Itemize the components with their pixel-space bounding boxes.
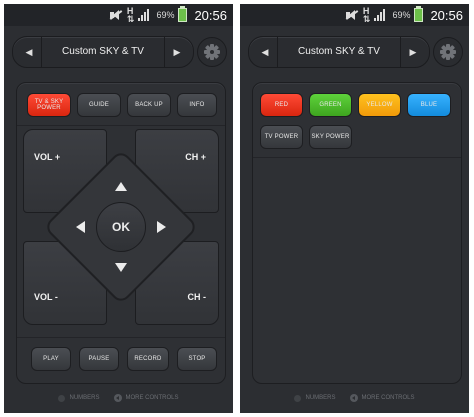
back-arrow-icon [113, 394, 122, 402]
battery-percent: 69% [156, 10, 175, 20]
remote-selector: ◀ Custom SKY & TV ▶ [12, 36, 194, 68]
more-controls-label: MORE CONTROLS [125, 395, 179, 401]
previous-remote-button[interactable]: ◀ [253, 37, 278, 67]
remote-title: Custom SKY & TV [298, 46, 380, 57]
hspa-icon: H ⇅ [362, 6, 371, 24]
dot-icon [58, 394, 66, 402]
tv-sky-power-button[interactable]: TV & SKY POWER [27, 93, 71, 117]
divider [17, 337, 225, 338]
triangle-left-icon: ◀ [25, 46, 33, 57]
gear-icon [204, 44, 220, 60]
triangle-right-icon: ▶ [409, 46, 417, 57]
previous-remote-button[interactable]: ◀ [17, 37, 42, 67]
more-controls-toggle[interactable]: MORE CONTROLS [349, 394, 415, 402]
mute-icon [109, 9, 123, 21]
dot-icon [294, 394, 302, 402]
triangle-left-icon: ◀ [261, 46, 269, 57]
numbers-label: NUMBERS [305, 395, 336, 401]
play-button[interactable]: PLAY [31, 347, 71, 371]
triangle-right-icon: ▶ [173, 46, 181, 57]
divider [17, 125, 225, 126]
hspa-icon: H ⇅ [126, 6, 135, 24]
info-button[interactable]: INFO [177, 93, 217, 117]
divider [253, 157, 461, 158]
arrow-right-icon[interactable] [157, 221, 166, 233]
red-button[interactable]: RED [260, 93, 303, 117]
remote-panel: TV & SKY POWER GUIDE BACK UP INFO VOL + … [16, 82, 226, 384]
navigation-pad: OK [43, 149, 199, 305]
record-button[interactable]: RECORD [127, 347, 169, 371]
numbers-toggle[interactable]: NUMBERS [294, 394, 336, 402]
more-controls-label: MORE CONTROLS [361, 395, 415, 401]
phone-screen-custom-buttons: H ⇅ 69% 20:56 ◀ Custom SKY & TV ▶ RED GRE… [240, 4, 469, 413]
custom-button-panel: RED GREEN YELLOW BLUE TV POWER SKY POWER [252, 82, 462, 384]
numbers-toggle[interactable]: NUMBERS [58, 394, 100, 402]
more-controls-toggle[interactable]: MORE CONTROLS [113, 394, 179, 402]
green-button[interactable]: GREEN [309, 93, 352, 117]
arrow-down-icon[interactable] [115, 263, 127, 272]
phone-screen-remote: H ⇅ 69% 20:56 ◀ Custom SKY & TV ▶ TV & SK… [4, 4, 233, 413]
channel-down-label: CH - [187, 292, 207, 302]
signal-icon [374, 9, 388, 21]
battery-percent: 69% [392, 10, 411, 20]
next-remote-button[interactable]: ▶ [164, 37, 189, 67]
mute-icon [345, 9, 359, 21]
arrow-left-icon[interactable] [76, 221, 85, 233]
channel-up-label: CH + [185, 152, 206, 162]
clock: 20:56 [430, 7, 463, 23]
stop-button[interactable]: STOP [177, 347, 217, 371]
status-bar: H ⇅ 69% 20:56 [4, 4, 233, 26]
pause-button[interactable]: PAUSE [79, 347, 119, 371]
back-up-button[interactable]: BACK UP [127, 93, 171, 117]
numbers-label: NUMBERS [69, 395, 100, 401]
status-bar: H ⇅ 69% 20:56 [240, 4, 469, 26]
remote-selector: ◀ Custom SKY & TV ▶ [248, 36, 430, 68]
remote-title: Custom SKY & TV [62, 46, 144, 57]
yellow-button[interactable]: YELLOW [358, 93, 401, 117]
battery-icon [178, 6, 188, 22]
ok-button[interactable]: OK [96, 202, 146, 252]
back-arrow-icon [349, 394, 358, 402]
dpad: VOL + CH + VOL - CH - OK [23, 129, 219, 325]
settings-button[interactable] [433, 37, 463, 67]
settings-button[interactable] [197, 37, 227, 67]
clock: 20:56 [194, 7, 227, 23]
sky-power-button[interactable]: SKY POWER [309, 125, 352, 149]
battery-icon [414, 6, 424, 22]
arrow-up-icon[interactable] [115, 182, 127, 191]
footer: NUMBERS MORE CONTROLS [240, 390, 469, 406]
gear-icon [440, 44, 456, 60]
guide-button[interactable]: GUIDE [77, 93, 121, 117]
blue-button[interactable]: BLUE [407, 93, 451, 117]
footer: NUMBERS MORE CONTROLS [4, 390, 233, 406]
next-remote-button[interactable]: ▶ [400, 37, 425, 67]
signal-icon [138, 9, 152, 21]
tv-power-button[interactable]: TV POWER [260, 125, 303, 149]
